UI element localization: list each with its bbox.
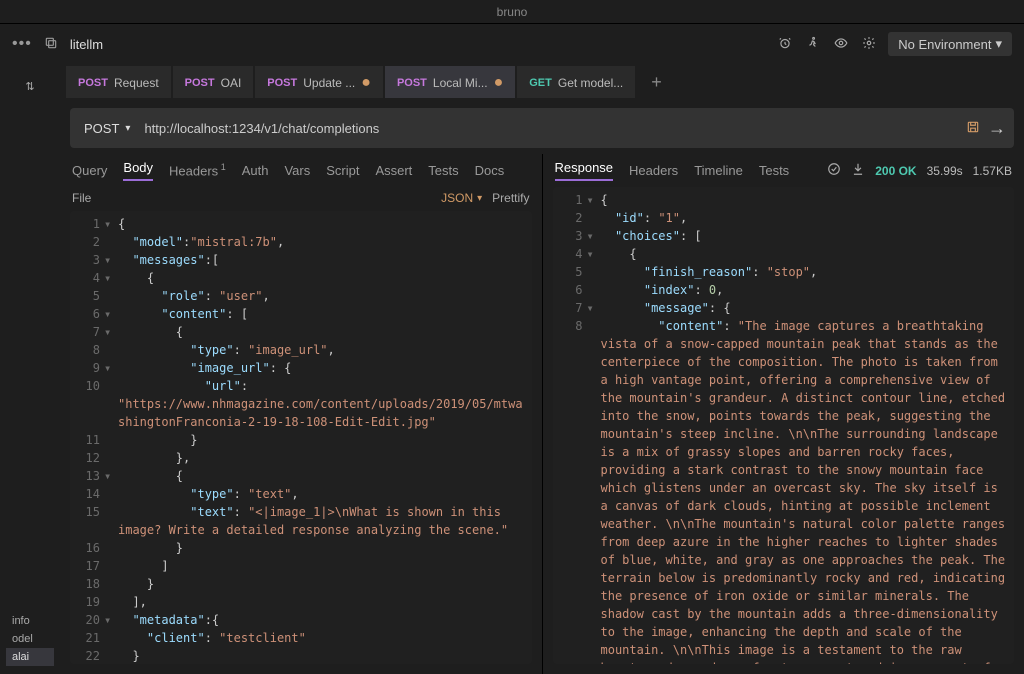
tab-label: OAI <box>221 76 242 90</box>
resp-subtab-headers[interactable]: Headers <box>629 163 678 178</box>
tab-method: POST <box>267 77 297 89</box>
request-tabs: POST Request POST OAI POST Update ... ● POST Loc… <box>60 64 1024 100</box>
dirty-indicator: ● <box>361 75 371 91</box>
subtab-body[interactable]: Body <box>123 160 153 181</box>
subtab-assert[interactable]: Assert <box>375 163 412 178</box>
request-subtabs: Query Body Headers 1 Auth Vars Script Assert Te… <box>60 154 542 187</box>
request-tab[interactable]: GET Get model... <box>517 66 635 98</box>
response-size: 1.57KB <box>973 164 1012 178</box>
file-label[interactable]: File <box>72 191 91 205</box>
url-bar: POST ▾ → <box>70 108 1014 148</box>
collection-name[interactable]: litellm <box>70 37 103 52</box>
sidebar-item[interactable]: alai <box>6 648 54 666</box>
download-icon[interactable] <box>851 162 865 179</box>
tab-method: POST <box>78 77 108 89</box>
response-body-viewer[interactable]: 1▾{2 "id": "1",3▾ "choices": [4▾ {5 "fin… <box>553 187 1015 664</box>
tab-method: POST <box>185 77 215 89</box>
resp-subtab-timeline[interactable]: Timeline <box>694 163 743 178</box>
body-type-select[interactable]: JSON ▾ <box>441 191 482 205</box>
menu-dots-icon[interactable]: ••• <box>12 35 32 53</box>
chevron-down-icon: ▾ <box>125 123 130 134</box>
chevron-down-icon: ▾ <box>995 36 1002 52</box>
top-toolbar: ••• litellm No Environment ▾ <box>0 24 1024 64</box>
prettify-button[interactable]: Prettify <box>492 191 529 205</box>
gear-icon[interactable] <box>862 36 876 53</box>
clear-response-icon[interactable] <box>827 162 841 179</box>
save-icon[interactable] <box>966 120 980 137</box>
subtab-script[interactable]: Script <box>326 163 359 178</box>
subtab-query[interactable]: Query <box>72 163 107 178</box>
tab-label: Get model... <box>558 76 623 90</box>
sidebar-item[interactable]: odel <box>6 630 54 648</box>
window-title: bruno <box>497 5 528 19</box>
url-input[interactable] <box>144 121 958 136</box>
sort-icon[interactable]: ⇅ <box>0 74 60 99</box>
send-arrow-icon[interactable]: → <box>988 118 1006 139</box>
chevron-down-icon: ▾ <box>477 193 482 204</box>
method-select[interactable]: POST ▾ <box>78 121 136 136</box>
status-code: 200 OK <box>875 164 916 178</box>
response-time: 35.99s <box>927 164 963 178</box>
add-tab-button[interactable]: + <box>637 72 676 93</box>
subtab-docs[interactable]: Docs <box>475 163 505 178</box>
tab-label: Request <box>114 76 159 90</box>
collection-icon <box>44 36 58 53</box>
request-tab[interactable]: POST Local Mi... ● <box>385 66 515 98</box>
subtab-vars[interactable]: Vars <box>284 163 310 178</box>
window-titlebar: bruno <box>0 0 1024 24</box>
tab-method: GET <box>529 77 552 89</box>
eye-icon[interactable] <box>834 36 848 53</box>
tab-label: Update ... <box>303 76 355 90</box>
dirty-indicator: ● <box>494 75 504 91</box>
request-body-editor[interactable]: 1▾{2 "model":"mistral:7b",3▾ "messages":… <box>70 211 532 664</box>
subtab-tests[interactable]: Tests <box>428 163 458 178</box>
environment-label: No Environment <box>898 37 991 52</box>
subtab-auth[interactable]: Auth <box>242 163 269 178</box>
tab-method: POST <box>397 77 427 89</box>
tab-label: Local Mi... <box>433 76 488 90</box>
resp-subtab-tests[interactable]: Tests <box>759 163 789 178</box>
sidebar-item[interactable]: info <box>6 612 54 630</box>
subtab-headers[interactable]: Headers 1 <box>169 162 226 178</box>
request-tab[interactable]: POST Request <box>66 66 171 98</box>
request-tab[interactable]: POST Update ... ● <box>255 66 383 98</box>
request-tab[interactable]: POST OAI <box>173 66 254 98</box>
running-icon[interactable] <box>806 36 820 53</box>
response-subtabs: Response Headers Timeline Tests 200 OK 35.99s… <box>543 154 1024 187</box>
sidebar: ⇅ infoodelalai <box>0 64 60 674</box>
alarm-icon[interactable] <box>778 36 792 53</box>
environment-select[interactable]: No Environment ▾ <box>888 32 1012 56</box>
resp-subtab-response[interactable]: Response <box>555 160 614 181</box>
